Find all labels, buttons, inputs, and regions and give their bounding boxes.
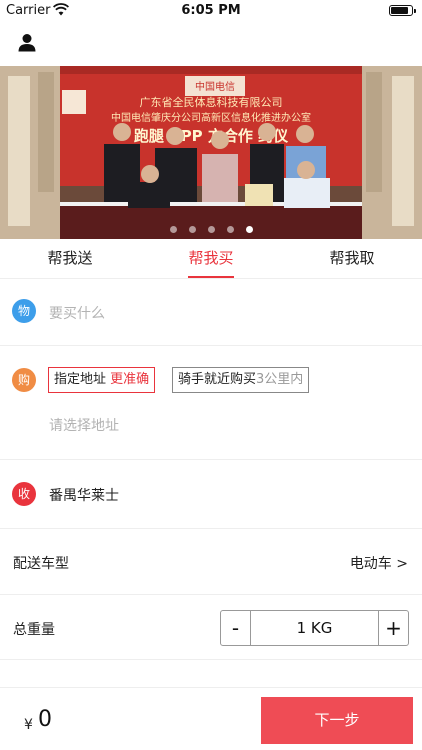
item-badge: 物	[12, 299, 36, 323]
status-bar: Carrier 6:05 PM	[0, 0, 422, 22]
bottom-bar: ¥ 0 下一步	[0, 687, 422, 750]
carousel-indicators	[0, 218, 422, 237]
carousel-dot[interactable]	[207, 226, 215, 233]
clock: 6:05 PM	[181, 3, 241, 18]
banner-image: 中国电信 广东省全民体息科技有限公司 中国电信肇庆分公司高新区信息化推进办公室 …	[0, 66, 422, 239]
weight-label: 总重量	[13, 622, 55, 638]
carousel-dot[interactable]	[169, 226, 177, 233]
item-row[interactable]: 物 要买什么	[0, 280, 422, 346]
address-input[interactable]: 请选择地址	[49, 415, 119, 435]
decrease-weight-button[interactable]: -	[221, 611, 251, 645]
item-input[interactable]: 要买什么	[49, 303, 105, 323]
vehicle-label: 配送车型	[13, 556, 69, 572]
banner-carousel[interactable]: 中国电信 广东省全民体息科技有限公司 中国电信肇庆分公司高新区信息化推进办公室 …	[0, 66, 422, 239]
receive-badge: 收	[12, 482, 36, 506]
tab-pickup[interactable]: 帮我取	[282, 239, 422, 279]
specified-address-accent: 更准确	[110, 372, 150, 387]
receive-address: 番禺华莱士	[49, 488, 119, 504]
user-icon[interactable]	[16, 32, 38, 54]
carousel-dot[interactable]	[245, 226, 253, 233]
rider-nearby-option[interactable]: 骑手就近购买3公里内	[172, 367, 310, 393]
specified-address-option[interactable]: 指定地址 更准确	[48, 367, 156, 393]
battery-cap	[414, 9, 416, 13]
weight-value[interactable]: 1 KG	[252, 611, 377, 645]
weight-stepper: - 1 KG +	[220, 610, 409, 646]
active-tab-indicator	[188, 276, 234, 278]
battery-level	[391, 7, 408, 14]
banner-line2: 中国电信肇庆分公司高新区信息化推进办公室	[111, 111, 311, 124]
total-price: 0	[38, 707, 52, 732]
battery-icon	[389, 5, 416, 16]
vehicle-row[interactable]: 配送车型 电动车 >	[0, 530, 422, 595]
carousel-dot[interactable]	[226, 226, 234, 233]
specified-address-label: 指定地址	[54, 372, 107, 387]
increase-weight-button[interactable]: +	[378, 611, 408, 645]
buy-location-row: 购 请选择地址	[0, 347, 422, 460]
nav-bar	[0, 22, 422, 66]
banner-line1: 广东省全民体息科技有限公司	[140, 95, 283, 109]
next-step-button[interactable]: 下一步	[261, 697, 413, 744]
rider-nearby-label: 骑手就近购买	[178, 372, 257, 387]
receive-row[interactable]: 收 番禺华莱士	[0, 461, 422, 529]
service-tabs: 帮我送 帮我买 帮我取	[0, 239, 422, 279]
vehicle-selector[interactable]: 电动车 >	[350, 553, 408, 573]
rider-nearby-range: 3公里内	[256, 372, 304, 387]
tab-buy[interactable]: 帮我买	[141, 239, 281, 279]
buy-badge: 购	[12, 368, 36, 392]
banner-logo-text: 中国电信	[195, 80, 235, 93]
carousel-dot[interactable]	[188, 226, 196, 233]
currency-symbol: ¥	[24, 717, 33, 733]
tab-send[interactable]: 帮我送	[0, 239, 140, 279]
